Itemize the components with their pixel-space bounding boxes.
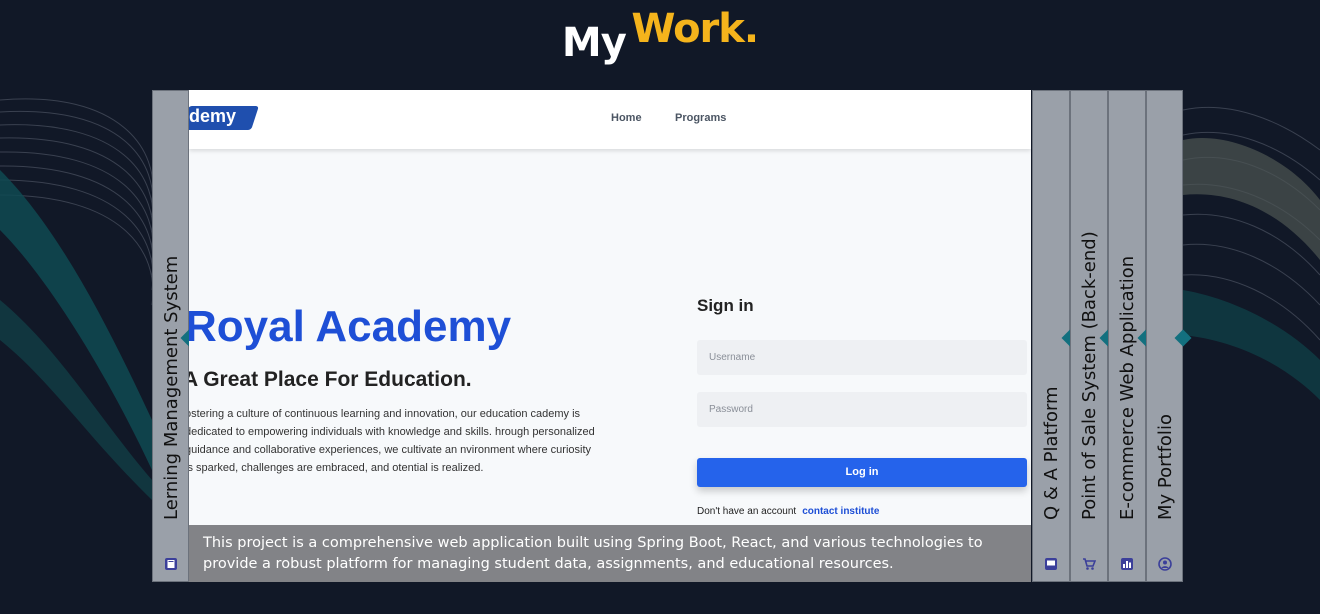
section-title-word1: My [561,20,627,66]
user-circle-icon [1157,557,1172,571]
preview-no-account-text: Don't have an account [697,506,797,517]
preview-password-field[interactable]: Password [697,392,1027,427]
project-tab-label: Lerning Management System [160,255,182,520]
chat-icon [1045,558,1057,570]
project-tab-label: Q & A Platform [1041,386,1062,520]
project-tab-portfolio[interactable]: My Portfolio [1146,90,1192,582]
preview-contact-link[interactable]: contact institute [802,506,879,517]
project-tab-pos[interactable]: Point of Sale System (Back-end) [1070,90,1117,582]
preview-logo-text: demy [189,106,237,126]
book-icon [164,558,177,570]
project-tab-lms[interactable]: Lerning Management System [152,90,198,582]
preview-login-button[interactable]: Log in [697,458,1027,487]
preview-navbar: demy Home Programs [189,90,1031,149]
cart-icon [1083,558,1096,570]
section-title-word2: Work. [631,6,759,52]
project-preview: demy Home Programs Royal Academy A Great… [189,90,1031,582]
project-tab-ecommerce[interactable]: E-commerce Web Application [1108,90,1155,582]
preview-hero-title: Royal Academy [189,302,512,351]
preview-no-account: Don't have an account contact institute [697,506,879,517]
preview-username-field[interactable]: Username [697,340,1027,375]
preview-hero-paragraph: ostering a culture of continuous learnin… [189,408,595,474]
project-tab-label: Point of Sale System (Back-end) [1079,231,1100,520]
project-tab-qa[interactable]: Q & A Platform [1032,90,1079,582]
preview-signin-title: Sign in [697,296,754,315]
preview-hero-subtitle: A Great Place For Education. [189,368,472,391]
section-title: My Work. [0,6,1320,66]
preview-nav-home[interactable]: Home [611,112,642,124]
preview-nav-programs[interactable]: Programs [675,112,726,124]
project-tab-label: My Portfolio [1154,414,1176,520]
project-tab-label: E-commerce Web Application [1117,255,1138,520]
chart-icon [1121,558,1133,570]
project-description: This project is a comprehensive web appl… [189,525,1031,582]
